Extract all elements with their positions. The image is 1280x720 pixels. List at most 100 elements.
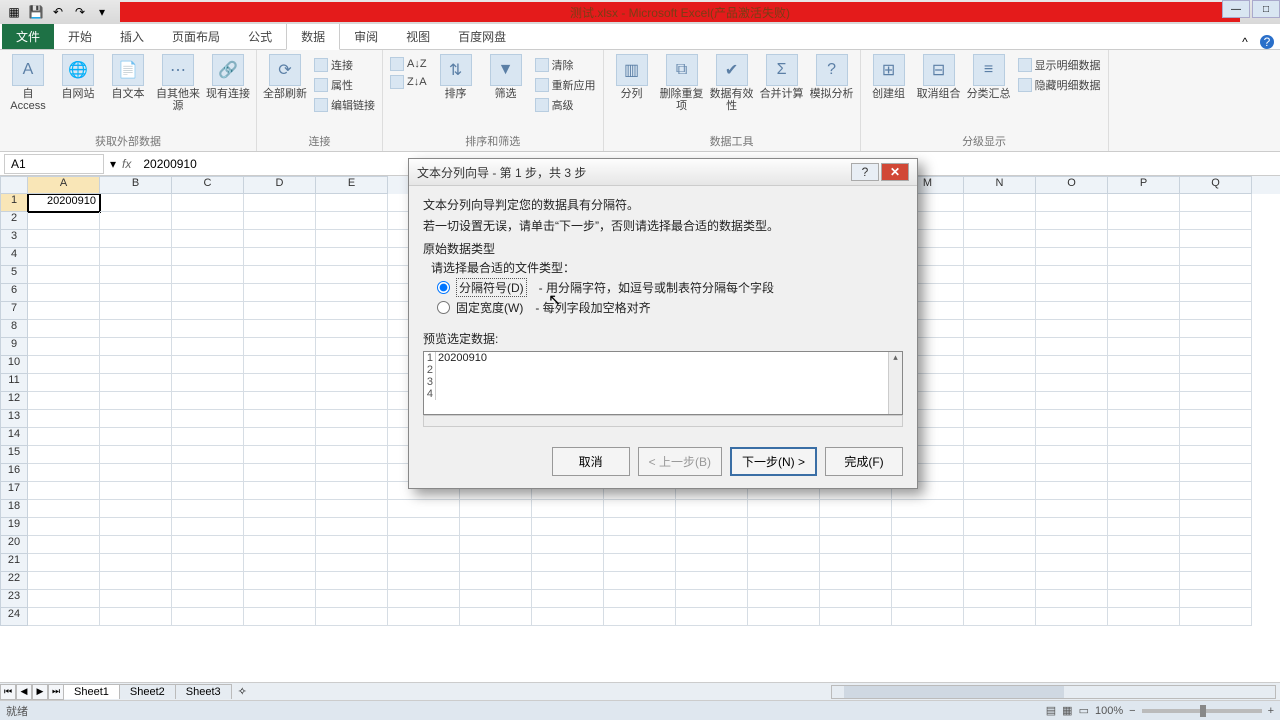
cell[interactable] [172,194,244,212]
cell[interactable] [964,500,1036,518]
cell[interactable] [1180,590,1252,608]
cell[interactable] [820,554,892,572]
cell[interactable] [388,608,460,626]
cell[interactable] [172,320,244,338]
cell[interactable] [100,320,172,338]
cell[interactable] [100,446,172,464]
cell[interactable] [100,284,172,302]
cell[interactable] [1108,338,1180,356]
cell[interactable] [676,518,748,536]
sheet-tab[interactable]: Sheet3 [175,684,232,699]
cell[interactable] [1036,284,1108,302]
cell[interactable] [100,212,172,230]
cell[interactable] [316,464,388,482]
tab-home[interactable]: 开始 [54,24,106,49]
cell[interactable] [1180,374,1252,392]
cell[interactable] [316,284,388,302]
row-header[interactable]: 18 [0,500,28,518]
cell[interactable] [748,500,820,518]
filter-button[interactable]: ▼筛选 [482,52,530,102]
cell[interactable] [244,536,316,554]
cell[interactable] [964,266,1036,284]
cell[interactable] [1108,482,1180,500]
row-header[interactable]: 11 [0,374,28,392]
cell[interactable] [964,194,1036,212]
cell[interactable] [1108,212,1180,230]
cell[interactable] [748,536,820,554]
cell[interactable] [172,338,244,356]
cell[interactable] [1180,284,1252,302]
cell[interactable] [100,374,172,392]
cell[interactable] [964,320,1036,338]
cell[interactable] [316,338,388,356]
from-text-button[interactable]: 📄自文本 [104,52,152,102]
cell[interactable] [172,446,244,464]
cell[interactable] [460,536,532,554]
cell[interactable] [1108,248,1180,266]
col-header[interactable]: D [244,176,316,194]
cell[interactable] [100,554,172,572]
cell[interactable] [1036,248,1108,266]
tab-view[interactable]: 视图 [392,24,444,49]
cell[interactable] [28,482,100,500]
cell[interactable] [1036,500,1108,518]
what-if-button[interactable]: ?模拟分析 [808,52,856,102]
cell[interactable] [964,374,1036,392]
cell[interactable] [244,410,316,428]
cell[interactable] [1036,374,1108,392]
row-header[interactable]: 20 [0,536,28,554]
cell[interactable] [1180,464,1252,482]
cell[interactable] [244,302,316,320]
cell[interactable] [28,590,100,608]
cell[interactable] [1108,428,1180,446]
cell[interactable] [28,572,100,590]
cell[interactable] [172,608,244,626]
cell[interactable] [1036,212,1108,230]
cell[interactable] [100,536,172,554]
cell[interactable] [676,608,748,626]
cell[interactable] [28,500,100,518]
cell[interactable] [1108,320,1180,338]
col-header[interactable]: B [100,176,172,194]
radio-delimited-input[interactable] [437,281,450,294]
cell[interactable] [1180,230,1252,248]
dialog-titlebar[interactable]: 文本分列向导 - 第 1 步，共 3 步 ? ✕ [409,159,917,186]
cell[interactable] [1036,356,1108,374]
cell[interactable] [532,536,604,554]
data-validation-button[interactable]: ✔数据有效性 [708,52,756,114]
col-header[interactable]: Q [1180,176,1252,194]
cell[interactable] [28,518,100,536]
sheet-nav-last-icon[interactable]: ⏭ [48,684,64,700]
row-header[interactable]: 9 [0,338,28,356]
zoom-slider[interactable] [1142,709,1262,713]
cell[interactable] [820,572,892,590]
cell[interactable] [244,320,316,338]
next-button[interactable]: 下一步(N) > [730,447,817,476]
cell[interactable] [460,572,532,590]
cell[interactable] [244,518,316,536]
cell[interactable] [244,338,316,356]
name-box[interactable]: A1 [4,154,104,174]
cell[interactable] [964,392,1036,410]
cell[interactable] [1036,446,1108,464]
col-header[interactable]: C [172,176,244,194]
tab-file[interactable]: 文件 [2,24,54,49]
minimize-button[interactable]: — [1222,0,1250,18]
cell[interactable] [388,500,460,518]
sheet-tab[interactable]: Sheet2 [119,684,176,699]
cell[interactable]: 20200910 [28,194,100,212]
cell[interactable] [172,500,244,518]
cell[interactable] [964,572,1036,590]
cell[interactable] [1180,302,1252,320]
cell[interactable] [964,230,1036,248]
cell[interactable] [1108,446,1180,464]
cell[interactable] [964,212,1036,230]
cell[interactable] [1036,410,1108,428]
select-all-corner[interactable] [0,176,28,194]
zoom-in-icon[interactable]: + [1268,705,1274,717]
tab-baidu[interactable]: 百度网盘 [444,24,520,49]
fx-icon[interactable]: fx [122,157,131,171]
maximize-button[interactable]: □ [1252,0,1280,18]
ungroup-button[interactable]: ⊟取消组合 [915,52,963,102]
cell[interactable] [1108,356,1180,374]
